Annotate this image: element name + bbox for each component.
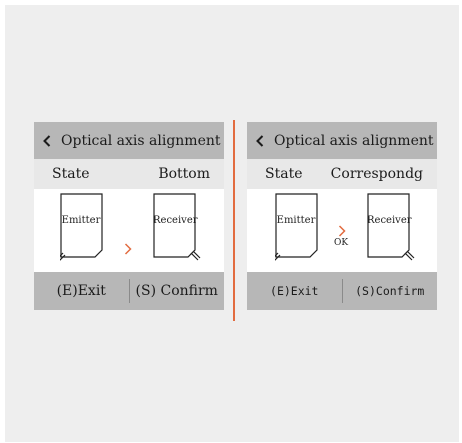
exit-button[interactable]: (E)Exit	[34, 283, 129, 299]
ok-status-label: OK	[334, 238, 349, 248]
title-bar: Optical axis alignment	[34, 122, 224, 159]
alignment-screen-corresponding: Optical axis alignment State Correspondg…	[247, 122, 437, 310]
state-value: Bottom	[158, 166, 210, 182]
screen-title: Optical axis alignment	[61, 132, 221, 149]
exit-button[interactable]: (E)Exit	[247, 284, 342, 298]
state-label: State	[265, 166, 303, 182]
state-label: State	[52, 166, 90, 182]
receiver-box: Receiver	[367, 193, 415, 261]
state-value: Correspondg	[330, 166, 423, 182]
emitter-label: Emitter	[61, 215, 101, 226]
confirm-button[interactable]: (S) Confirm	[130, 283, 225, 299]
back-chevron-icon[interactable]	[256, 134, 266, 147]
receiver-label: Receiver	[153, 215, 198, 226]
alignment-screen-bottom: Optical axis alignment State Bottom Emit…	[34, 122, 224, 310]
back-chevron-icon[interactable]	[43, 134, 53, 147]
receiver-label: Receiver	[367, 215, 412, 226]
footer-bar: (E)Exit (S) Confirm	[34, 272, 224, 310]
chevron-right-icon	[124, 240, 132, 259]
state-row: State Bottom	[34, 159, 224, 189]
alignment-graphic: Emitter Receiver	[34, 189, 224, 272]
emitter-box: Emitter	[275, 193, 318, 261]
screen-divider	[233, 120, 235, 321]
emitter-label: Emitter	[276, 215, 316, 226]
title-bar: Optical axis alignment	[247, 122, 437, 159]
state-row: State Correspondg	[247, 159, 437, 189]
confirm-button[interactable]: (S)Confirm	[343, 284, 438, 298]
emitter-box: Emitter	[60, 193, 103, 261]
alignment-graphic: Emitter OK Receiver	[247, 189, 437, 272]
screen-title: Optical axis alignment	[274, 132, 434, 149]
footer-bar: (E)Exit (S)Confirm	[247, 272, 437, 310]
receiver-box: Receiver	[153, 193, 201, 261]
